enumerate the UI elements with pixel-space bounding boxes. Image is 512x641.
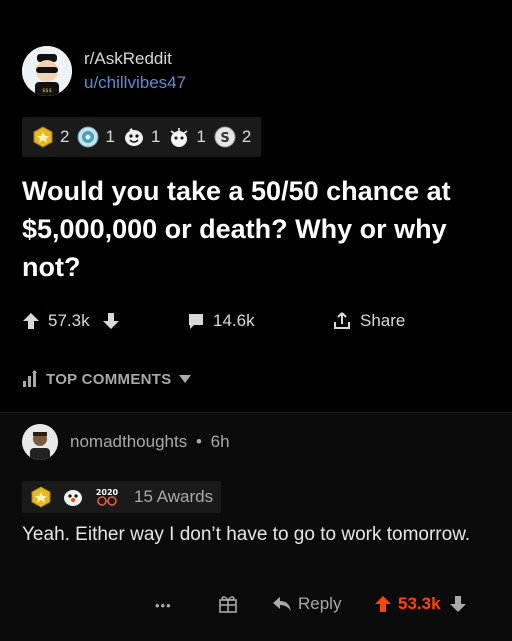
comment-author[interactable]: nomadthoughts [70,432,187,451]
post-comment-count: 14.6k [213,311,255,330]
sort-label: TOP COMMENTS [46,370,172,388]
reply-arrow-icon [273,597,291,611]
post-upvote-count: 57.3k [48,311,90,330]
post-header: $$$ r/AskReddit u/chillvibes47 [22,46,186,96]
post-awards[interactable]: 2 1 1 1 S 2 [22,117,262,157]
reply-button[interactable]: Reply [272,594,341,614]
subreddit-avatar[interactable]: $$$ [22,46,72,96]
award-helpful-count: 1 [196,127,206,146]
comment-timestamp: 6h [210,432,230,451]
wholesome-award-icon [124,128,143,146]
award-silver: S 2 [214,126,251,148]
gold-award-icon [31,486,51,508]
comment-header: nomadthoughts • 6h [22,424,230,460]
award-helpful: 1 [168,126,206,148]
silver-award-icon: S [214,126,236,148]
award-silver-count: 2 [241,127,252,146]
comment-awards[interactable]: 2020 15 Awards [22,481,222,513]
upvote-icon[interactable] [22,312,40,330]
award-gold: 2 [32,126,69,148]
comment-actions: ••• Reply 53.3k [0,590,512,624]
post-meta: r/AskReddit u/chillvibes47 [84,47,186,95]
comment-sort-dropdown[interactable]: TOP COMMENTS [22,370,192,388]
award-wholesome: 1 [123,126,160,148]
post-author[interactable]: u/chillvibes47 [84,71,186,95]
svg-text:$$$: $$$ [42,88,52,94]
comment-meta: nomadthoughts • 6h [70,432,230,452]
award-platinum: 1 [77,126,115,148]
award-button[interactable] [218,594,238,614]
award-platinum-count: 1 [105,127,115,146]
avatar[interactable] [22,424,58,460]
meta-separator: • [195,432,202,451]
comment-icon [189,314,203,329]
post-actions: 57.3k 14.6k Share [22,307,492,335]
award-gold-count: 2 [60,127,70,146]
2020-award-icon: 2020 [96,488,119,506]
caret-down-icon [178,375,191,383]
reply-label: Reply [298,594,342,613]
post-share-button[interactable]: Share [332,311,405,331]
svg-text:S: S [220,131,229,146]
wholesome-award-icon [64,490,82,506]
comment-vote-group: 53.3k [374,594,467,614]
more-options-button[interactable]: ••• [155,598,172,613]
post-container: $$$ r/AskReddit u/chillvibes47 2 1 1 1 S… [0,0,512,412]
helpful-award-icon [170,128,188,147]
more-icon: ••• [155,598,172,613]
gift-icon [219,596,237,613]
share-label: Share [360,311,406,330]
awards-count: 15 Awards [134,487,214,506]
platinum-award-icon [77,126,99,148]
gold-award-icon [33,126,53,148]
downvote-icon[interactable] [102,312,120,330]
post-comments-button[interactable]: 14.6k [187,311,255,331]
subreddit-name[interactable]: r/AskReddit [84,47,186,71]
comment-body: Yeah. Either way I don’t have to go to w… [22,524,471,545]
share-icon [334,312,350,329]
comment-score: 53.3k [398,594,441,613]
downvote-icon[interactable] [449,595,467,613]
sort-bars-icon [23,370,37,387]
upvote-icon[interactable] [374,595,392,613]
post-vote-group: 57.3k [22,311,120,331]
svg-text:2020: 2020 [96,488,119,497]
award-wholesome-count: 1 [150,127,161,146]
post-title[interactable]: Would you take a 50/50 chance at $5,000,… [22,172,492,286]
